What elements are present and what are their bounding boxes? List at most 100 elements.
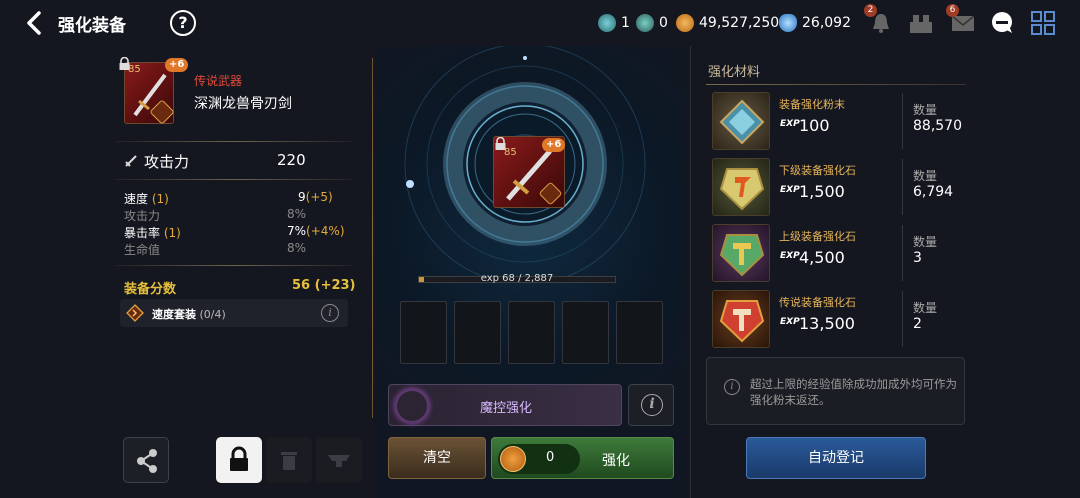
guild-button[interactable] [907, 10, 933, 36]
currency-value: 49,527,250 [699, 15, 780, 31]
set-bonus-row: 速度套装 (0/4) i [120, 299, 348, 327]
magic-enhance-button[interactable]: 魔控强化 [388, 384, 622, 426]
material-name: 装备强化粉末 [779, 98, 845, 111]
currency-gold[interactable]: 49,527,250 [676, 13, 779, 33]
delete-button[interactable] [266, 437, 312, 483]
enhance-button[interactable]: 0 强化 [491, 437, 674, 479]
cost-value: 0 [546, 450, 555, 465]
material-item[interactable]: 装备强化粉末 EXP 100 数量 88,570 [706, 89, 968, 151]
material-slot[interactable] [562, 301, 609, 364]
back-arrow-icon[interactable] [22, 10, 48, 36]
ticket-a-icon [598, 14, 616, 32]
info-icon: i [641, 394, 663, 416]
mail-button[interactable]: 6 [946, 4, 976, 36]
bell-badge: 2 [864, 4, 877, 17]
item-rarity: 传说武器 [194, 74, 243, 88]
material-name: 下级装备强化石 [779, 164, 856, 177]
item-info-panel: 85 +6 传说武器 深渊龙兽骨刃剑 攻击力 220 速度 (1) 9(+5) … [112, 52, 357, 342]
divider [116, 265, 352, 266]
stat-attack-value: 8% [287, 207, 307, 221]
chat-button[interactable] [989, 10, 1015, 36]
share-icon [137, 449, 157, 473]
divider [902, 225, 903, 281]
material-exp: 13,500 [799, 314, 855, 333]
exp-label: EXP [780, 317, 800, 327]
divider [902, 291, 903, 347]
exp-label: EXP [780, 251, 800, 261]
currency-ticket-a[interactable]: 1 [598, 13, 630, 33]
exp-label: EXP [780, 119, 800, 129]
grid-icon [1031, 11, 1055, 35]
menu-grid-button[interactable] [1030, 10, 1056, 36]
divider [902, 159, 903, 215]
gem-icon [779, 14, 797, 32]
lock-icon [230, 446, 248, 471]
material-exp: 100 [799, 116, 830, 135]
auto-register-button[interactable]: 自动登记 [746, 437, 926, 479]
stat-attack-label: 攻击力 [124, 209, 161, 223]
lock-button[interactable] [216, 437, 262, 483]
divider [690, 46, 691, 498]
material-quantity: 2 [913, 316, 922, 332]
gear-score-value: 56 (+23) [292, 278, 356, 293]
page-title: 强化装备 [58, 16, 126, 36]
material-exp: 1,500 [799, 182, 845, 201]
cost-display: 0 [498, 444, 580, 474]
currency-value: 1 [621, 15, 630, 31]
currency-value: 26,092 [802, 15, 851, 31]
info-icon[interactable]: i [321, 304, 339, 322]
material-item[interactable]: 下级装备强化石 EXP 1,500 数量 6,794 [706, 155, 968, 217]
material-slot[interactable] [616, 301, 663, 364]
attack-label: 攻击力 [144, 153, 190, 171]
dismantle-button[interactable] [316, 437, 362, 483]
material-name: 上级装备强化石 [779, 230, 856, 243]
info-button[interactable]: i [628, 384, 674, 426]
gold-coin-icon [676, 14, 694, 32]
quantity-label: 数量 [913, 103, 938, 117]
material-slot[interactable] [508, 301, 555, 364]
material-exp: 4,500 [799, 248, 845, 267]
trash-icon [281, 452, 297, 470]
help-icon[interactable]: ? [170, 10, 196, 36]
clear-button[interactable]: 清空 [388, 437, 486, 479]
gear-score-label: 装备分数 [124, 282, 177, 297]
stat-speed-value: 9(+5) [298, 190, 333, 204]
info-icon: i [724, 379, 740, 395]
stat-crit-value: 7%(+4%) [287, 224, 345, 238]
set-emblem-icon [126, 304, 144, 322]
weapon-icon[interactable]: 85 [124, 62, 175, 125]
material-item[interactable]: 传说装备强化石 EXP 13,500 数量 2 [706, 287, 968, 349]
mail-badge: 6 [946, 4, 959, 17]
material-quantity: 6,794 [913, 184, 954, 200]
stat-speed-label: 速度 (1) [124, 192, 169, 206]
exp-label: EXP [780, 185, 800, 195]
currency-gem[interactable]: 26,092 [779, 13, 851, 33]
materials-title: 强化材料 [708, 65, 761, 80]
currency-value: 0 [659, 15, 668, 31]
attack-value: 220 [277, 151, 306, 169]
currency-ticket-b[interactable]: 0 [636, 13, 668, 33]
set-bonus-text: 速度套装 (0/4) [152, 308, 226, 321]
material-item[interactable]: 上级装备强化石 EXP 4,500 数量 3 [706, 221, 968, 283]
anvil-icon [328, 455, 350, 467]
item-name: 深渊龙兽骨刃剑 [194, 96, 292, 112]
note-box: i 超过上限的经验值除成功加成外均可作为强化粉末返还。 [706, 357, 965, 425]
quantity-label: 数量 [913, 235, 938, 249]
ticket-b-icon [636, 14, 654, 32]
high-stone-icon [712, 224, 770, 282]
divider [902, 93, 903, 149]
chat-icon [992, 12, 1012, 33]
divider [116, 141, 352, 142]
material-slot[interactable] [400, 301, 447, 364]
bell-button[interactable]: 2 [864, 4, 894, 36]
stat-hp-label: 生命值 [124, 243, 161, 257]
divider [116, 179, 352, 180]
material-slot[interactable] [454, 301, 501, 364]
divider [372, 58, 373, 418]
exp-text: exp 68 / 2,887 [480, 273, 554, 284]
low-stone-icon [712, 158, 770, 216]
lock-icon [495, 137, 506, 150]
magic-enhance-label: 魔控强化 [479, 401, 532, 416]
material-quantity: 88,570 [913, 118, 962, 134]
share-button[interactable] [123, 437, 169, 483]
